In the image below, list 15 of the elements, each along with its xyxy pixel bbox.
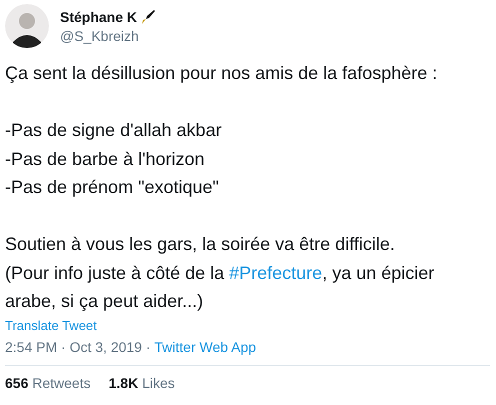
tweet-text: -Pas de barbe à l'horizon: [5, 148, 206, 170]
stat-link[interactable]: 656 Retweets: [5, 374, 91, 390]
hashtag-link[interactable]: #Prefecture: [229, 262, 322, 282]
tweet-text: Ça sent la désillusion pour nos amis de la fafosphère :: [5, 62, 438, 85]
tweet-text: Soutien à vous les gars, la soirée va être difficile. (Pour info juste à côté de la #Prefecture, ya un épicier arabe, si ça peut aider...): [5, 233, 436, 313]
tweet-text: -Pas de signe d'allah akbar: [5, 119, 223, 142]
stat-link[interactable]: 1.8K Likes: [108, 374, 175, 390]
user-handle[interactable]: @S_Kbreizh: [60, 28, 156, 44]
translate-link[interactable]: Translate Tweet: [5, 318, 97, 332]
timestamp[interactable]: 2:54 PM · Oct 3, 2019 ·: [5, 338, 154, 354]
pen-icon: [140, 8, 156, 24]
tweet-text: -Pas de prénom "exotique": [5, 176, 220, 199]
display-name[interactable]: Stéphane K: [60, 8, 138, 24]
avatar[interactable]: [5, 4, 49, 48]
source-link[interactable]: Twitter Web App: [154, 338, 256, 354]
